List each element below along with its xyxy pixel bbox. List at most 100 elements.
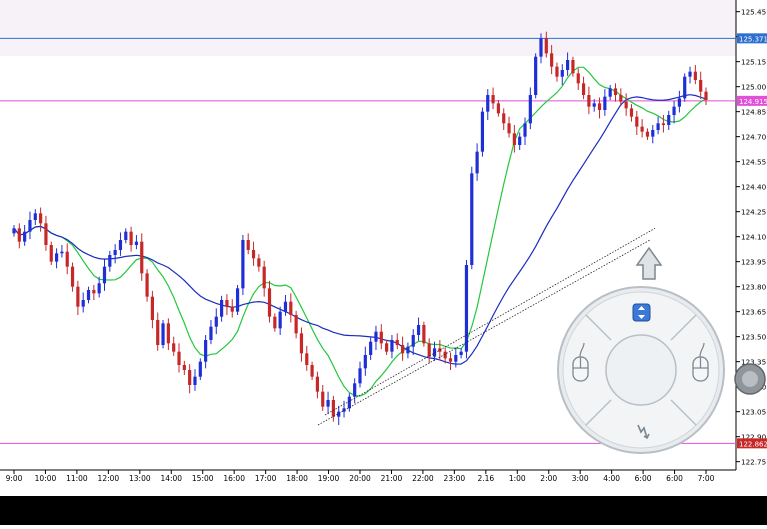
candle-body [310,365,314,377]
x-tick-label: 21:00 [381,474,403,483]
candle-body [608,88,612,97]
candle-body [645,131,650,137]
candle-body [560,70,564,77]
center-button[interactable] [605,334,677,406]
candle-body [427,343,431,357]
candle-body [603,96,607,110]
candle-body [76,286,80,307]
candle-body [480,111,485,152]
candle-body [683,76,687,99]
x-tick-label: 4:00 [603,474,620,483]
candle-body [230,306,234,312]
candle-body [33,213,37,220]
candle-body [129,231,133,245]
candle-body [406,346,410,354]
candle-body [214,316,218,327]
y-tick-label: 123.95 [741,258,766,267]
candle-body [369,341,373,355]
candle-body [486,95,490,112]
candle-body [400,345,405,354]
candle-body [416,325,421,335]
candle-body [677,98,681,107]
candle-body [92,290,96,294]
candle-body [534,56,538,95]
candle-body [422,325,426,344]
candle-body [166,323,170,344]
candle-body [315,376,320,392]
y-tick-label: 123.65 [741,308,766,317]
candle-body [363,355,367,369]
candle-body [587,95,591,107]
candle-body [49,245,53,262]
candle-body [305,353,309,365]
y-tick-label: 124.85 [741,108,766,117]
price-chart[interactable]: 125.45125.30125.15125.00124.85124.70124.… [0,0,767,525]
y-tick-label: 125.15 [741,58,766,67]
candle-body [512,133,516,145]
candle-body [438,348,442,352]
candle-body [204,340,208,362]
x-tick-label: 2:00 [540,474,557,483]
x-tick-label: 10:00 [35,474,57,483]
y-tick-label: 122.75 [741,458,766,467]
candle-body [161,323,165,345]
candle-body [140,241,144,274]
candle-body [198,361,202,377]
candle-body [273,316,277,329]
candle-body [134,241,139,245]
candle-body [629,108,634,117]
y-tick-label: 124.25 [741,208,766,217]
candle-body [555,66,559,77]
x-tick-label: 20:00 [349,474,371,483]
bottom-bar [0,496,767,525]
candle-body [86,290,91,300]
candle-body [613,88,618,95]
candle-body [44,223,48,245]
candle-body [619,95,623,102]
candle-body [411,335,415,347]
candle-body [17,228,21,242]
candle-body [693,71,697,80]
candle-body [448,358,453,362]
candle-body [470,173,474,265]
y-tick-label: 125.45 [741,8,766,17]
candle-body [262,266,266,289]
candle-body [124,231,128,240]
candle-body [70,266,75,287]
x-tick-label: 15:00 [192,474,214,483]
candle-body [550,53,554,67]
candle-body [12,228,16,234]
candle-body [475,151,479,174]
candle-body [661,123,666,125]
candle-body [235,288,240,312]
candle-body [257,258,261,267]
candle-body [225,300,229,307]
candle-body [102,266,107,284]
candle-body [353,383,357,397]
candle-body [699,80,703,92]
candle-body [459,351,463,355]
candle-body [188,370,192,385]
candle-body [278,311,282,329]
candle-body [502,113,506,124]
candle-body [454,355,458,362]
upper-price-label: 125.3719 [739,35,767,43]
x-tick-label: 7:00 [698,474,715,483]
candle-body [624,101,628,109]
candle-body [395,340,399,345]
x-tick-label: 2.16 [477,474,494,483]
candle-body [672,106,676,115]
x-tick-label: 3:00 [572,474,589,483]
candle-body [385,343,389,352]
x-tick-label: 13:00 [129,474,151,483]
candle-body [118,240,123,250]
x-tick-label: 1:00 [509,474,526,483]
x-tick-label: 14:00 [160,474,182,483]
candle-body [28,220,32,232]
candle-body [246,240,250,250]
candle-body [635,116,639,127]
candle-body [251,250,256,259]
candle-body [704,91,708,100]
candle-body [39,213,43,224]
candle-body [390,340,394,352]
